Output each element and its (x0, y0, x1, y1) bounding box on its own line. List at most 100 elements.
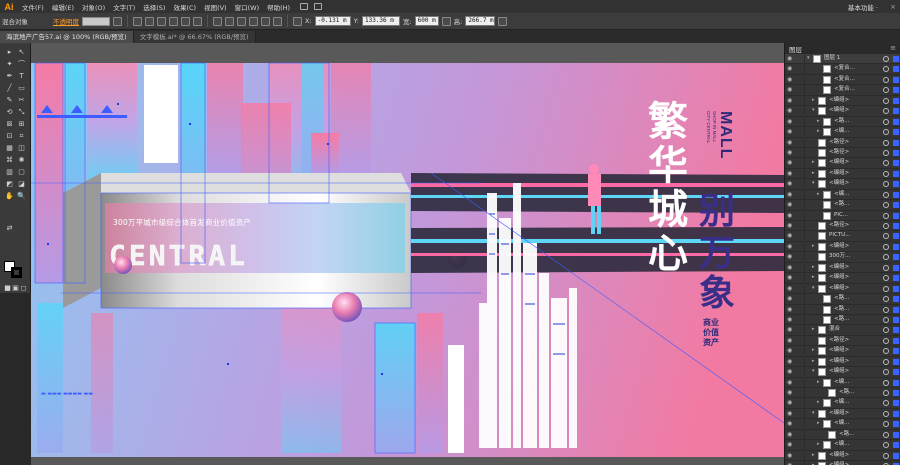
selection-indicator[interactable] (893, 212, 899, 219)
rotate-tool-icon[interactable]: ⟲ (4, 107, 15, 117)
lock-toggle[interactable] (797, 128, 805, 137)
panel-menu-icon[interactable]: ≡ (890, 44, 896, 52)
target-circle-icon[interactable] (883, 149, 889, 156)
mesh-tool-icon[interactable]: ⌗ (16, 131, 27, 141)
target-circle-icon[interactable] (883, 379, 889, 386)
selection-indicator[interactable] (893, 285, 899, 292)
visibility-eye-icon[interactable]: ◉ (787, 410, 795, 417)
lock-toggle[interactable] (797, 253, 805, 262)
target-circle-icon[interactable] (883, 76, 889, 83)
visibility-eye-icon[interactable]: ◉ (787, 316, 795, 323)
width-field[interactable]: 600 m (414, 16, 439, 26)
scale-tool-icon[interactable]: ⤡ (16, 107, 27, 117)
selection-indicator[interactable] (893, 264, 899, 271)
visibility-eye-icon[interactable]: ◉ (787, 254, 795, 260)
slice-tool-icon[interactable]: ◩ (4, 179, 15, 189)
expand-toggle-icon[interactable]: ▸ (817, 419, 820, 428)
layer-row[interactable]: ◉▸<编组> (785, 461, 900, 465)
selection-tool-icon[interactable]: ▸ (4, 47, 15, 57)
column-graph-tool-icon[interactable]: ▥ (4, 167, 15, 177)
visibility-eye-icon[interactable]: ◉ (787, 212, 795, 219)
scissors-tool-icon[interactable]: ✂ (16, 95, 27, 105)
expand-toggle-icon[interactable]: ▸ (817, 378, 820, 387)
target-circle-icon[interactable] (883, 191, 889, 198)
visibility-eye-icon[interactable]: ◉ (787, 223, 795, 229)
layer-row[interactable]: ◉ <路... (785, 294, 900, 305)
target-circle-icon[interactable] (883, 202, 889, 209)
layer-row[interactable]: ◉ ▸ <编... (785, 419, 900, 430)
target-circle-icon[interactable] (883, 139, 889, 146)
layer-row[interactable]: ◉ <路... (785, 305, 900, 315)
menu-file[interactable]: 文件(F) (18, 2, 48, 12)
layer-row[interactable]: ◉ ▸ <编... (785, 398, 900, 409)
expand-toggle-icon[interactable]: ▸ (817, 127, 820, 136)
selection-indicator[interactable] (893, 337, 899, 344)
expand-toggle-icon[interactable]: ▸ (812, 169, 815, 178)
target-circle-icon[interactable] (883, 264, 889, 271)
visibility-eye-icon[interactable]: ◉ (787, 108, 795, 114)
lock-toggle[interactable] (797, 117, 805, 126)
eraser-tool-icon[interactable]: ◪ (16, 179, 27, 189)
pasteboard[interactable]: 300万平城市级综合体首发商业价值资产 CENTRAL 繁 华 城 心 别 万 … (31, 43, 784, 465)
menu-object[interactable]: 对象(O) (78, 2, 109, 12)
selection-indicator[interactable] (893, 149, 899, 156)
opacity-link[interactable]: 不透明度 (53, 16, 79, 26)
shape-builder-tool-icon[interactable]: ⊞ (16, 119, 27, 129)
selection-indicator[interactable] (893, 410, 899, 417)
transform-icon[interactable] (293, 16, 302, 26)
visibility-eye-icon[interactable]: ◉ (787, 233, 795, 239)
visibility-eye-icon[interactable]: ◉ (787, 264, 795, 271)
none-mode-icon[interactable]: ◻ (18, 283, 29, 293)
target-circle-icon[interactable] (883, 254, 889, 261)
visibility-eye-icon[interactable]: ◉ (787, 442, 795, 448)
align-middle-icon[interactable] (181, 16, 190, 26)
pen-tool-icon[interactable]: ✒ (4, 71, 15, 81)
visibility-eye-icon[interactable]: ◉ (787, 358, 795, 365)
expand-toggle-icon[interactable]: ▾ (812, 284, 815, 293)
target-circle-icon[interactable] (883, 129, 889, 136)
layer-row[interactable]: ◉▸<编组> (785, 242, 900, 253)
layer-row[interactable]: ◉ <路径> (785, 336, 900, 347)
lock-toggle[interactable] (797, 190, 805, 199)
expand-toggle-icon[interactable]: ▸ (812, 357, 815, 366)
target-circle-icon[interactable] (883, 348, 889, 355)
target-circle-icon[interactable] (883, 431, 889, 438)
visibility-eye-icon[interactable]: ◉ (787, 327, 795, 333)
visibility-eye-icon[interactable]: ◉ (787, 452, 795, 459)
lock-toggle[interactable] (797, 336, 805, 345)
visibility-eye-icon[interactable]: ◉ (787, 129, 795, 135)
layer-row[interactable]: ◉ ▸ <编... (785, 190, 900, 201)
pencil-tool-icon[interactable]: ✎ (4, 95, 15, 105)
target-circle-icon[interactable] (883, 421, 889, 428)
rectangle-tool-icon[interactable]: ▭ (16, 83, 27, 93)
hand-tool-icon[interactable]: ✋ (4, 191, 15, 201)
layer-row[interactable]: ◉ ▸ 混合 (785, 325, 900, 336)
selection-indicator[interactable] (893, 243, 899, 250)
lock-toggle[interactable] (797, 347, 805, 356)
layer-row[interactable]: ◉ <复合... (785, 75, 900, 86)
link-proportions-icon[interactable] (441, 16, 451, 26)
selection-indicator[interactable] (893, 431, 899, 438)
menu-select[interactable]: 选择(S) (139, 2, 169, 12)
target-circle-icon[interactable] (883, 170, 889, 177)
target-circle-icon[interactable] (883, 233, 889, 240)
target-circle-icon[interactable] (883, 400, 889, 407)
lock-toggle[interactable] (797, 420, 805, 429)
align-left-icon[interactable] (133, 16, 142, 26)
lock-toggle[interactable] (797, 169, 805, 178)
layer-row[interactable]: ◉ ▾ <编组> (785, 106, 900, 117)
target-circle-icon[interactable] (883, 358, 889, 365)
direct-selection-tool-icon[interactable]: ↖ (16, 47, 27, 57)
expand-toggle-icon[interactable]: ▾ (807, 54, 810, 63)
lock-toggle[interactable] (797, 284, 805, 293)
lock-toggle[interactable] (797, 326, 805, 335)
selection-indicator[interactable] (893, 108, 899, 115)
tab-document-2[interactable]: 文字模板.ai* @ 66.67% (RGB/预览) (133, 31, 256, 43)
visibility-eye-icon[interactable]: ◉ (787, 56, 795, 62)
visibility-eye-icon[interactable]: ◉ (787, 379, 795, 386)
selection-indicator[interactable] (893, 296, 899, 303)
selection-indicator[interactable] (893, 369, 899, 376)
layer-row[interactable]: ◉ ▸ <编... (785, 378, 900, 388)
layer-row[interactable]: ◉ <路... (785, 315, 900, 326)
distribute-top-icon[interactable] (213, 16, 222, 26)
